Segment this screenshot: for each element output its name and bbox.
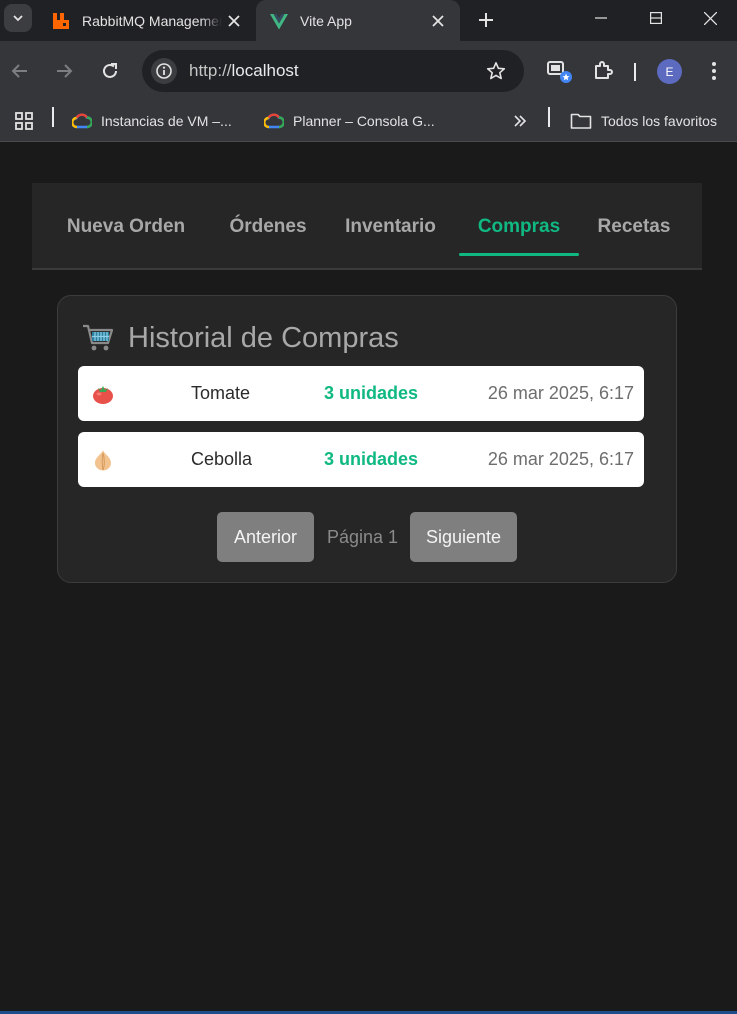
nav-item-nueva-orden[interactable]: Nueva Orden — [46, 183, 206, 270]
main-nav: Nueva Orden Órdenes Inventario Compras R… — [32, 183, 702, 270]
chevron-down-icon — [13, 15, 23, 22]
site-info-icon[interactable] — [151, 58, 177, 84]
profile-avatar[interactable]: E — [657, 59, 682, 84]
previous-page-button[interactable]: Anterior — [217, 512, 314, 562]
close-tab-icon[interactable] — [222, 9, 246, 33]
url-host: localhost — [231, 61, 299, 80]
bookmark-label: Instancias de VM –... — [101, 113, 232, 129]
reload-button[interactable] — [96, 57, 124, 85]
nav-item-ordenes[interactable]: Órdenes — [211, 183, 325, 270]
url-scheme: http:// — [189, 61, 232, 80]
google-cloud-icon — [72, 113, 92, 129]
rabbitmq-icon — [53, 12, 69, 29]
apps-grid-icon[interactable] — [14, 109, 43, 133]
tab-search-button[interactable] — [4, 4, 32, 32]
maximize-button[interactable] — [627, 0, 685, 36]
bookmarks-bar: Instancias de VM –... Planner – Consola … — [0, 101, 737, 142]
arrow-left-icon — [11, 64, 27, 78]
menu-dots-icon[interactable] — [700, 57, 728, 85]
google-cloud-icon — [264, 113, 284, 129]
tomato-icon — [93, 386, 113, 404]
more-bookmarks-chevron-icon[interactable] — [513, 109, 536, 133]
forward-button[interactable] — [50, 57, 78, 85]
item-name: Cebolla — [191, 449, 253, 469]
item-name: Tomate — [191, 383, 251, 403]
bookmark-star-icon[interactable] — [482, 57, 510, 85]
list-item: Cebolla 3 unidades 26 mar 2025, 6:17 — [78, 432, 644, 487]
all-bookmarks-folder[interactable]: Todos los favoritos — [570, 109, 717, 133]
minimize-icon — [595, 17, 607, 19]
bookmark-instancias-vm[interactable]: Instancias de VM –... — [72, 109, 232, 133]
reload-icon — [103, 63, 117, 78]
item-quantity: 3 unidades — [324, 449, 419, 469]
next-page-button[interactable]: Siguiente — [410, 512, 517, 562]
address-bar[interactable]: http://localhost — [142, 50, 524, 92]
browser-toolbar: http://localhost E — [0, 41, 737, 101]
card-heading: Historial de Compras — [128, 321, 399, 354]
extensions-icon[interactable] — [589, 57, 617, 85]
item-quantity: 3 unidades — [324, 383, 419, 403]
back-button[interactable] — [6, 57, 34, 85]
plus-icon — [479, 13, 493, 27]
arrow-right-icon — [57, 64, 73, 78]
browser-tab-vite[interactable]: Vite App — [256, 0, 460, 41]
active-tab-indicator — [459, 253, 579, 256]
tab-title: Vite App — [300, 12, 352, 29]
browser-tab-rabbitmq[interactable]: RabbitMQ Management — [38, 0, 256, 41]
nav-item-inventario[interactable]: Inventario — [328, 183, 453, 270]
new-tab-button[interactable] — [472, 6, 500, 34]
tab-title: RabbitMQ Management — [82, 12, 222, 29]
all-bookmarks-label: Todos los favoritos — [601, 113, 717, 129]
toolbar-divider — [634, 63, 636, 81]
list-item: Tomate 3 unidades 26 mar 2025, 6:17 — [78, 366, 644, 421]
card-title: Historial de Compras — [82, 320, 399, 356]
page-indicator: Página 1 — [327, 527, 399, 547]
bookmark-label: Planner – Consola G... — [293, 113, 435, 129]
folder-icon — [570, 113, 592, 129]
maximize-icon — [650, 12, 662, 24]
nav-item-compras[interactable]: Compras — [459, 183, 579, 270]
nav-item-recetas[interactable]: Recetas — [584, 183, 684, 270]
close-tab-icon[interactable] — [426, 9, 450, 33]
bookmark-planner[interactable]: Planner – Consola G... — [264, 109, 435, 133]
item-date: 26 mar 2025, 6:17 — [487, 383, 634, 403]
purchase-history-card: Historial de Compras Tomate 3 unidades 2… — [57, 295, 677, 583]
close-window-button[interactable] — [683, 0, 737, 36]
item-date: 26 mar 2025, 6:17 — [487, 449, 634, 469]
url-text[interactable]: http://localhost — [189, 61, 482, 81]
minimize-button[interactable] — [572, 0, 630, 36]
tab-groups-icon[interactable] — [545, 57, 573, 85]
close-icon — [703, 11, 717, 25]
vue-icon — [270, 13, 288, 29]
bookmarks-divider — [52, 107, 54, 127]
onion-icon — [95, 450, 111, 471]
bookmarks-divider — [548, 107, 550, 127]
shopping-cart-icon — [83, 324, 114, 351]
